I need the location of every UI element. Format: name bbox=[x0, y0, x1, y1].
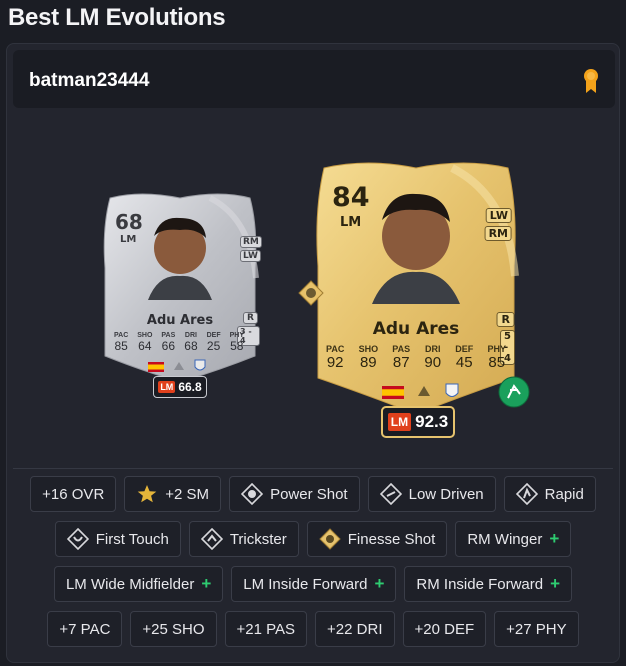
power-shot-icon bbox=[241, 483, 264, 505]
tag-pas[interactable]: +21 PAS bbox=[224, 611, 308, 647]
base-alt-position-1: RM bbox=[240, 236, 262, 248]
base-stats: PAC 85 SHO 64 PAS 66 DRI 68 DEF 25 PHY 58 bbox=[114, 332, 244, 353]
user-bar: batman23444 bbox=[13, 50, 615, 108]
base-badge-score: 66.8 bbox=[178, 380, 202, 394]
plus-icon: + bbox=[201, 574, 212, 593]
evo-name: Adu Ares bbox=[372, 319, 460, 339]
evo-badge-position: LM bbox=[387, 413, 412, 431]
club-crest-icon bbox=[445, 383, 459, 397]
tag-label: +22 DRI bbox=[327, 620, 383, 638]
evo-rating: 84 bbox=[332, 182, 370, 213]
evo-stat: DRI 90 bbox=[424, 344, 442, 371]
rapid-icon bbox=[515, 483, 538, 505]
medal-icon bbox=[584, 69, 598, 93]
rapid-playstyle-icon bbox=[498, 376, 530, 408]
tag-row-3: LM Wide Midfielder + LM Inside Forward +… bbox=[7, 566, 619, 602]
tag-pac[interactable]: +7 PAC bbox=[47, 611, 123, 647]
evo-stat: DEF 45 bbox=[455, 344, 474, 371]
base-stat: DEF 25 bbox=[206, 332, 221, 353]
page-title: Best LM Evolutions bbox=[8, 4, 226, 31]
league-icon bbox=[174, 362, 184, 370]
base-badge-position: LM bbox=[158, 381, 176, 393]
base-name: Adu Ares bbox=[146, 313, 214, 328]
tag-label: +20 DEF bbox=[414, 620, 475, 638]
tag-skill-moves[interactable]: +2 SM bbox=[124, 476, 222, 512]
tag-row-2: First Touch Trickster Finesse Shot RM Wi… bbox=[7, 521, 619, 557]
tag-dri[interactable]: +22 DRI bbox=[315, 611, 395, 647]
evo-rating-badge: LM 92.3 bbox=[381, 406, 455, 438]
tag-label: RM Inside Forward bbox=[416, 575, 544, 593]
evo-alt-position-2: RM bbox=[484, 226, 512, 241]
evo-stat: PAC 92 bbox=[326, 344, 345, 371]
tag-label: Rapid bbox=[544, 485, 584, 503]
flag-spain-icon bbox=[148, 362, 164, 372]
base-rating: 68 bbox=[115, 210, 143, 234]
chemistry-playstyle-icon bbox=[298, 280, 324, 306]
evo-stat: PAS 87 bbox=[392, 344, 411, 371]
tag-label: +16 OVR bbox=[42, 485, 105, 503]
tag-label: Trickster bbox=[229, 530, 287, 548]
base-stat: PHY 58 bbox=[229, 332, 244, 353]
evo-alt-position-1: LW bbox=[485, 208, 512, 223]
divider bbox=[13, 468, 613, 469]
tag-label: RM Winger bbox=[467, 530, 543, 548]
low-driven-icon bbox=[379, 483, 402, 505]
plus-icon: + bbox=[549, 529, 560, 548]
trickster-icon bbox=[200, 528, 223, 550]
tag-ovr[interactable]: +16 OVR bbox=[30, 476, 117, 512]
tag-label: +21 PAS bbox=[236, 620, 296, 638]
tag-row-1: +16 OVR +2 SM Power Shot Low Driven Rapi… bbox=[7, 476, 619, 512]
base-stat: SHO 64 bbox=[137, 332, 153, 353]
base-card[interactable]: 68 LM RM LW R 3 - 4 Adu Ares PAC 85 SHO 64… bbox=[100, 188, 262, 398]
evo-stat: PHY 85 bbox=[487, 344, 506, 371]
tag-finesse-shot[interactable]: Finesse Shot bbox=[306, 521, 448, 557]
evo-stats: PAC 92 SHO 89 PAS 87 DRI 90 DEF 45 PHY 85 bbox=[326, 344, 506, 371]
tag-label: Finesse Shot bbox=[347, 530, 436, 548]
cards-area: 68 LM RM LW R 3 - 4 Adu Ares PAC 85 SHO 64… bbox=[7, 108, 619, 468]
evolved-card[interactable]: 84 LM LW RM R 5 - 4 Adu Ares PAC 92 SHO 89… bbox=[298, 156, 530, 438]
base-position: LM bbox=[120, 234, 137, 245]
league-icon bbox=[418, 386, 430, 396]
finesse-shot-plus-icon bbox=[319, 528, 341, 550]
evolution-tags: +16 OVR +2 SM Power Shot Low Driven Rapi… bbox=[7, 476, 619, 656]
tag-power-shot[interactable]: Power Shot bbox=[229, 476, 360, 512]
tag-label: First Touch bbox=[95, 530, 169, 548]
tag-lm-wide-midfielder[interactable]: LM Wide Midfielder + bbox=[53, 566, 224, 602]
tag-label: +7 PAC bbox=[59, 620, 111, 638]
tag-label: +25 SHO bbox=[142, 620, 205, 638]
base-stat: PAS 66 bbox=[161, 332, 176, 353]
tag-row-4: +7 PAC +25 SHO +21 PAS +22 DRI +20 DEF +… bbox=[7, 611, 619, 647]
tag-def[interactable]: +20 DEF bbox=[402, 611, 487, 647]
evo-stat: SHO 89 bbox=[358, 344, 379, 371]
base-rating-badge: LM 66.8 bbox=[153, 376, 207, 398]
evo-position: LM bbox=[340, 215, 362, 230]
tag-label: LM Wide Midfielder bbox=[65, 575, 195, 593]
tag-rm-winger[interactable]: RM Winger + bbox=[455, 521, 572, 557]
username: batman23444 bbox=[29, 70, 150, 91]
base-stat: PAC 85 bbox=[114, 332, 129, 353]
tag-lm-inside-forward[interactable]: LM Inside Forward + bbox=[231, 566, 397, 602]
star-icon bbox=[137, 485, 157, 503]
first-touch-icon bbox=[66, 528, 89, 550]
tag-label: +27 PHY bbox=[506, 620, 567, 638]
tag-low-driven[interactable]: Low Driven bbox=[367, 476, 496, 512]
tag-rapid[interactable]: Rapid bbox=[503, 476, 596, 512]
evo-badge-score: 92.3 bbox=[415, 412, 449, 431]
evolution-panel: batman23444 68 LM RM LW R 3 - 4 Adu Ares… bbox=[6, 43, 620, 663]
tag-label: +2 SM bbox=[165, 485, 210, 503]
tag-trickster[interactable]: Trickster bbox=[188, 521, 299, 557]
club-crest-icon bbox=[194, 359, 206, 371]
tag-phy[interactable]: +27 PHY bbox=[494, 611, 579, 647]
tag-label: Power Shot bbox=[270, 485, 348, 503]
flag-spain-icon bbox=[382, 386, 404, 399]
base-alt-position-2: LW bbox=[240, 250, 261, 262]
tag-sho[interactable]: +25 SHO bbox=[130, 611, 217, 647]
base-stat: DRI 68 bbox=[184, 332, 198, 353]
plus-icon: + bbox=[550, 574, 561, 593]
tag-label: LM Inside Forward bbox=[243, 575, 368, 593]
plus-icon: + bbox=[374, 574, 385, 593]
tag-label: Low Driven bbox=[408, 485, 484, 503]
tag-rm-inside-forward[interactable]: RM Inside Forward + bbox=[404, 566, 573, 602]
tag-first-touch[interactable]: First Touch bbox=[54, 521, 181, 557]
